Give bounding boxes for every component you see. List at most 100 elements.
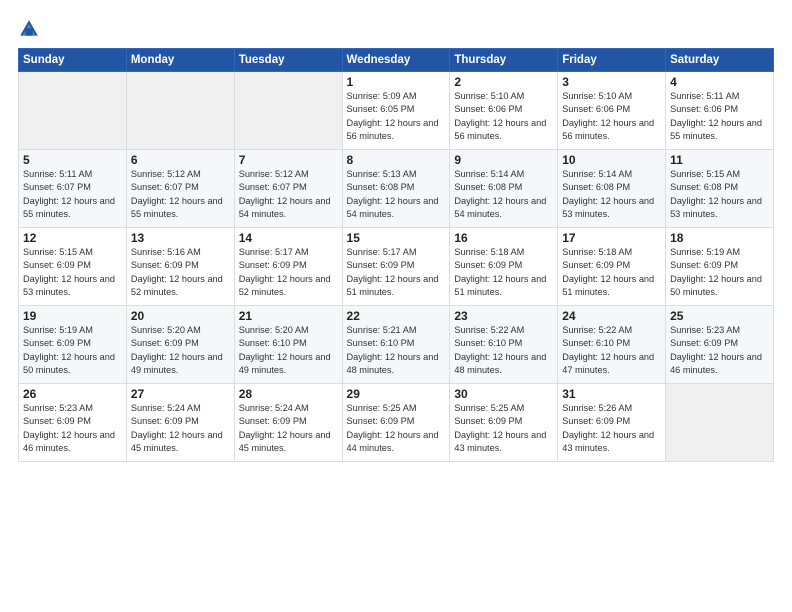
day-number: 30: [454, 387, 553, 401]
day-cell: 3Sunrise: 5:10 AM Sunset: 6:06 PM Daylig…: [558, 72, 666, 150]
day-info: Sunrise: 5:12 AM Sunset: 6:07 PM Dayligh…: [131, 168, 230, 221]
day-info: Sunrise: 5:25 AM Sunset: 6:09 PM Dayligh…: [347, 402, 446, 455]
day-cell: 11Sunrise: 5:15 AM Sunset: 6:08 PM Dayli…: [666, 150, 774, 228]
day-cell: 15Sunrise: 5:17 AM Sunset: 6:09 PM Dayli…: [342, 228, 450, 306]
day-cell: 4Sunrise: 5:11 AM Sunset: 6:06 PM Daylig…: [666, 72, 774, 150]
day-number: 24: [562, 309, 661, 323]
day-cell: 5Sunrise: 5:11 AM Sunset: 6:07 PM Daylig…: [19, 150, 127, 228]
day-cell: 2Sunrise: 5:10 AM Sunset: 6:06 PM Daylig…: [450, 72, 558, 150]
day-number: 27: [131, 387, 230, 401]
day-number: 11: [670, 153, 769, 167]
day-cell: 7Sunrise: 5:12 AM Sunset: 6:07 PM Daylig…: [234, 150, 342, 228]
day-info: Sunrise: 5:19 AM Sunset: 6:09 PM Dayligh…: [23, 324, 122, 377]
day-info: Sunrise: 5:25 AM Sunset: 6:09 PM Dayligh…: [454, 402, 553, 455]
day-info: Sunrise: 5:24 AM Sunset: 6:09 PM Dayligh…: [131, 402, 230, 455]
page: SundayMondayTuesdayWednesdayThursdayFrid…: [0, 0, 792, 612]
day-number: 17: [562, 231, 661, 245]
day-info: Sunrise: 5:19 AM Sunset: 6:09 PM Dayligh…: [670, 246, 769, 299]
day-info: Sunrise: 5:15 AM Sunset: 6:09 PM Dayligh…: [23, 246, 122, 299]
day-info: Sunrise: 5:13 AM Sunset: 6:08 PM Dayligh…: [347, 168, 446, 221]
day-info: Sunrise: 5:23 AM Sunset: 6:09 PM Dayligh…: [23, 402, 122, 455]
day-info: Sunrise: 5:15 AM Sunset: 6:08 PM Dayligh…: [670, 168, 769, 221]
weekday-header-thursday: Thursday: [450, 49, 558, 72]
day-number: 31: [562, 387, 661, 401]
day-number: 8: [347, 153, 446, 167]
day-number: 10: [562, 153, 661, 167]
day-info: Sunrise: 5:16 AM Sunset: 6:09 PM Dayligh…: [131, 246, 230, 299]
day-cell: 17Sunrise: 5:18 AM Sunset: 6:09 PM Dayli…: [558, 228, 666, 306]
day-info: Sunrise: 5:22 AM Sunset: 6:10 PM Dayligh…: [454, 324, 553, 377]
day-cell: 25Sunrise: 5:23 AM Sunset: 6:09 PM Dayli…: [666, 306, 774, 384]
day-number: 1: [347, 75, 446, 89]
day-number: 22: [347, 309, 446, 323]
day-number: 18: [670, 231, 769, 245]
day-info: Sunrise: 5:10 AM Sunset: 6:06 PM Dayligh…: [454, 90, 553, 143]
day-info: Sunrise: 5:26 AM Sunset: 6:09 PM Dayligh…: [562, 402, 661, 455]
day-cell: 22Sunrise: 5:21 AM Sunset: 6:10 PM Dayli…: [342, 306, 450, 384]
week-row-3: 19Sunrise: 5:19 AM Sunset: 6:09 PM Dayli…: [19, 306, 774, 384]
day-number: 16: [454, 231, 553, 245]
day-cell: [234, 72, 342, 150]
weekday-header-friday: Friday: [558, 49, 666, 72]
day-number: 15: [347, 231, 446, 245]
weekday-header-sunday: Sunday: [19, 49, 127, 72]
day-cell: 19Sunrise: 5:19 AM Sunset: 6:09 PM Dayli…: [19, 306, 127, 384]
logo-icon: [18, 18, 40, 40]
week-row-4: 26Sunrise: 5:23 AM Sunset: 6:09 PM Dayli…: [19, 384, 774, 462]
day-number: 29: [347, 387, 446, 401]
day-cell: 24Sunrise: 5:22 AM Sunset: 6:10 PM Dayli…: [558, 306, 666, 384]
day-info: Sunrise: 5:18 AM Sunset: 6:09 PM Dayligh…: [454, 246, 553, 299]
day-number: 23: [454, 309, 553, 323]
calendar-table: SundayMondayTuesdayWednesdayThursdayFrid…: [18, 48, 774, 462]
day-number: 28: [239, 387, 338, 401]
day-info: Sunrise: 5:22 AM Sunset: 6:10 PM Dayligh…: [562, 324, 661, 377]
day-number: 14: [239, 231, 338, 245]
day-number: 12: [23, 231, 122, 245]
day-cell: 16Sunrise: 5:18 AM Sunset: 6:09 PM Dayli…: [450, 228, 558, 306]
day-info: Sunrise: 5:23 AM Sunset: 6:09 PM Dayligh…: [670, 324, 769, 377]
day-info: Sunrise: 5:24 AM Sunset: 6:09 PM Dayligh…: [239, 402, 338, 455]
day-cell: 9Sunrise: 5:14 AM Sunset: 6:08 PM Daylig…: [450, 150, 558, 228]
day-info: Sunrise: 5:14 AM Sunset: 6:08 PM Dayligh…: [562, 168, 661, 221]
day-cell: [126, 72, 234, 150]
day-cell: 18Sunrise: 5:19 AM Sunset: 6:09 PM Dayli…: [666, 228, 774, 306]
header: [18, 18, 774, 40]
weekday-header-row: SundayMondayTuesdayWednesdayThursdayFrid…: [19, 49, 774, 72]
day-cell: 13Sunrise: 5:16 AM Sunset: 6:09 PM Dayli…: [126, 228, 234, 306]
week-row-1: 5Sunrise: 5:11 AM Sunset: 6:07 PM Daylig…: [19, 150, 774, 228]
day-info: Sunrise: 5:10 AM Sunset: 6:06 PM Dayligh…: [562, 90, 661, 143]
day-number: 19: [23, 309, 122, 323]
day-info: Sunrise: 5:17 AM Sunset: 6:09 PM Dayligh…: [347, 246, 446, 299]
day-info: Sunrise: 5:21 AM Sunset: 6:10 PM Dayligh…: [347, 324, 446, 377]
day-info: Sunrise: 5:20 AM Sunset: 6:10 PM Dayligh…: [239, 324, 338, 377]
day-info: Sunrise: 5:11 AM Sunset: 6:07 PM Dayligh…: [23, 168, 122, 221]
day-info: Sunrise: 5:17 AM Sunset: 6:09 PM Dayligh…: [239, 246, 338, 299]
day-cell: 23Sunrise: 5:22 AM Sunset: 6:10 PM Dayli…: [450, 306, 558, 384]
day-number: 20: [131, 309, 230, 323]
day-info: Sunrise: 5:18 AM Sunset: 6:09 PM Dayligh…: [562, 246, 661, 299]
day-info: Sunrise: 5:14 AM Sunset: 6:08 PM Dayligh…: [454, 168, 553, 221]
day-number: 9: [454, 153, 553, 167]
logo: [18, 18, 44, 40]
day-cell: 30Sunrise: 5:25 AM Sunset: 6:09 PM Dayli…: [450, 384, 558, 462]
weekday-header-saturday: Saturday: [666, 49, 774, 72]
day-number: 4: [670, 75, 769, 89]
day-cell: 12Sunrise: 5:15 AM Sunset: 6:09 PM Dayli…: [19, 228, 127, 306]
day-number: 3: [562, 75, 661, 89]
week-row-2: 12Sunrise: 5:15 AM Sunset: 6:09 PM Dayli…: [19, 228, 774, 306]
weekday-header-wednesday: Wednesday: [342, 49, 450, 72]
day-info: Sunrise: 5:12 AM Sunset: 6:07 PM Dayligh…: [239, 168, 338, 221]
day-info: Sunrise: 5:09 AM Sunset: 6:05 PM Dayligh…: [347, 90, 446, 143]
day-number: 7: [239, 153, 338, 167]
day-info: Sunrise: 5:11 AM Sunset: 6:06 PM Dayligh…: [670, 90, 769, 143]
weekday-header-tuesday: Tuesday: [234, 49, 342, 72]
day-cell: [666, 384, 774, 462]
day-cell: 1Sunrise: 5:09 AM Sunset: 6:05 PM Daylig…: [342, 72, 450, 150]
day-number: 25: [670, 309, 769, 323]
day-cell: [19, 72, 127, 150]
day-cell: 10Sunrise: 5:14 AM Sunset: 6:08 PM Dayli…: [558, 150, 666, 228]
week-row-0: 1Sunrise: 5:09 AM Sunset: 6:05 PM Daylig…: [19, 72, 774, 150]
day-cell: 26Sunrise: 5:23 AM Sunset: 6:09 PM Dayli…: [19, 384, 127, 462]
day-cell: 6Sunrise: 5:12 AM Sunset: 6:07 PM Daylig…: [126, 150, 234, 228]
day-cell: 31Sunrise: 5:26 AM Sunset: 6:09 PM Dayli…: [558, 384, 666, 462]
